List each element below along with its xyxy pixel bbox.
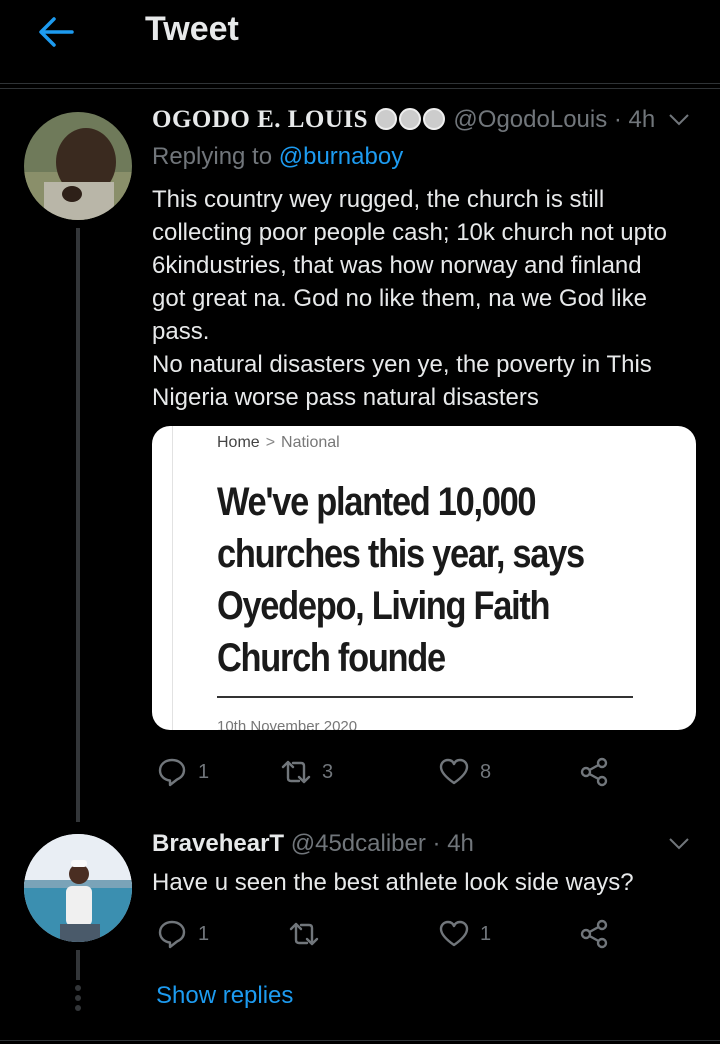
handle[interactable]: @OgodoLouis	[453, 106, 607, 133]
share-button[interactable]	[578, 914, 610, 954]
headline-line: churches this year, says	[217, 532, 585, 576]
reply-button[interactable]: 1	[156, 914, 209, 954]
article-headline: We've planted 10,000 churches this year,…	[217, 476, 647, 684]
retweet-icon	[281, 760, 311, 784]
share-icon	[580, 757, 608, 787]
replying-to: Replying to @burnaboy	[152, 143, 403, 171]
avatar-ogodo[interactable]	[24, 112, 132, 220]
page-title: Tweet	[145, 10, 239, 48]
tweet-header: OGODO E. LOUIS @OgodoLouis · 4h	[152, 106, 655, 134]
tweet-text: This country wey rugged, the church is s…	[152, 183, 692, 414]
like-count: 8	[480, 760, 492, 783]
display-name[interactable]: BravehearT	[152, 830, 284, 857]
heart-icon	[439, 758, 469, 785]
breadcrumb: Home > National	[217, 434, 340, 452]
reply-count: 1	[198, 922, 210, 945]
like-button[interactable]: 1	[438, 914, 491, 954]
divider	[0, 88, 720, 89]
handle[interactable]: @45dcaliber	[291, 830, 426, 857]
heart-icon	[439, 920, 469, 947]
timestamp[interactable]: · 4h	[614, 106, 655, 133]
text-line: 6kindustries, that was how norway and fi…	[152, 252, 642, 279]
text-line: Nigeria worse pass natural disasters	[152, 384, 539, 411]
text-line: No natural disasters yen ye, the poverty…	[152, 351, 652, 378]
avatar-braveheart[interactable]	[24, 834, 132, 942]
retweet-button[interactable]	[288, 914, 330, 954]
arrow-left-icon[interactable]	[36, 12, 76, 52]
chevron-down-icon[interactable]	[668, 837, 690, 851]
headline-line: We've planted 10,000	[217, 480, 537, 524]
crumb-separator: >	[265, 434, 276, 451]
reply-count: 1	[198, 760, 210, 783]
top-bar: Tweet	[0, 0, 720, 84]
retweet-count: 3	[322, 760, 334, 783]
tweet-actions: 1 1	[152, 914, 632, 954]
emoji-badges	[374, 106, 447, 133]
retweet-icon	[289, 922, 319, 946]
reply-icon	[158, 920, 186, 949]
article-date: 10th November 2020	[217, 718, 358, 730]
display-name[interactable]: OGODO E. LOUIS	[152, 106, 368, 133]
timestamp[interactable]: · 4h	[433, 830, 474, 857]
chevron-down-icon[interactable]	[668, 113, 690, 127]
text-line: collecting poor people cash; 10k church …	[152, 219, 668, 246]
thread-line	[76, 228, 80, 822]
divider	[0, 1040, 720, 1041]
show-replies-link[interactable]: Show replies	[156, 982, 293, 1010]
replying-prefix: Replying to	[152, 143, 273, 170]
text-line: This country wey rugged, the church is s…	[152, 186, 605, 213]
reply-icon	[158, 758, 186, 787]
mention-link[interactable]: @burnaboy	[279, 143, 403, 170]
text-line: pass.	[152, 318, 210, 345]
text-line: got great na. God no like them, na we Go…	[152, 285, 647, 312]
tweet-text: Have u seen the best athlete look side w…	[152, 869, 634, 896]
avatar-photo	[24, 112, 132, 220]
divider	[217, 696, 633, 698]
headline-line: Church founde	[217, 636, 446, 680]
share-icon	[580, 919, 608, 949]
avatar-photo	[24, 834, 132, 942]
crumb-category: National	[281, 434, 340, 451]
crumb-home: Home	[217, 434, 260, 451]
retweet-button[interactable]: 3	[280, 752, 333, 792]
thread-line	[76, 950, 80, 980]
tweet-header: BravehearT @45dcaliber · 4h	[152, 830, 474, 858]
article-page: Home > National We've planted 10,000 churc…	[172, 426, 696, 730]
headline-line: Oyedepo, Living Faith	[217, 584, 551, 628]
thread-dots	[74, 985, 82, 1015]
reply-button[interactable]: 1	[156, 752, 209, 792]
share-button[interactable]	[578, 752, 610, 792]
tweet-actions: 1 3 8	[152, 752, 632, 792]
like-count: 1	[480, 922, 492, 945]
like-button[interactable]: 8	[438, 752, 491, 792]
article-card-image[interactable]: Home > National We've planted 10,000 churc…	[152, 426, 696, 730]
